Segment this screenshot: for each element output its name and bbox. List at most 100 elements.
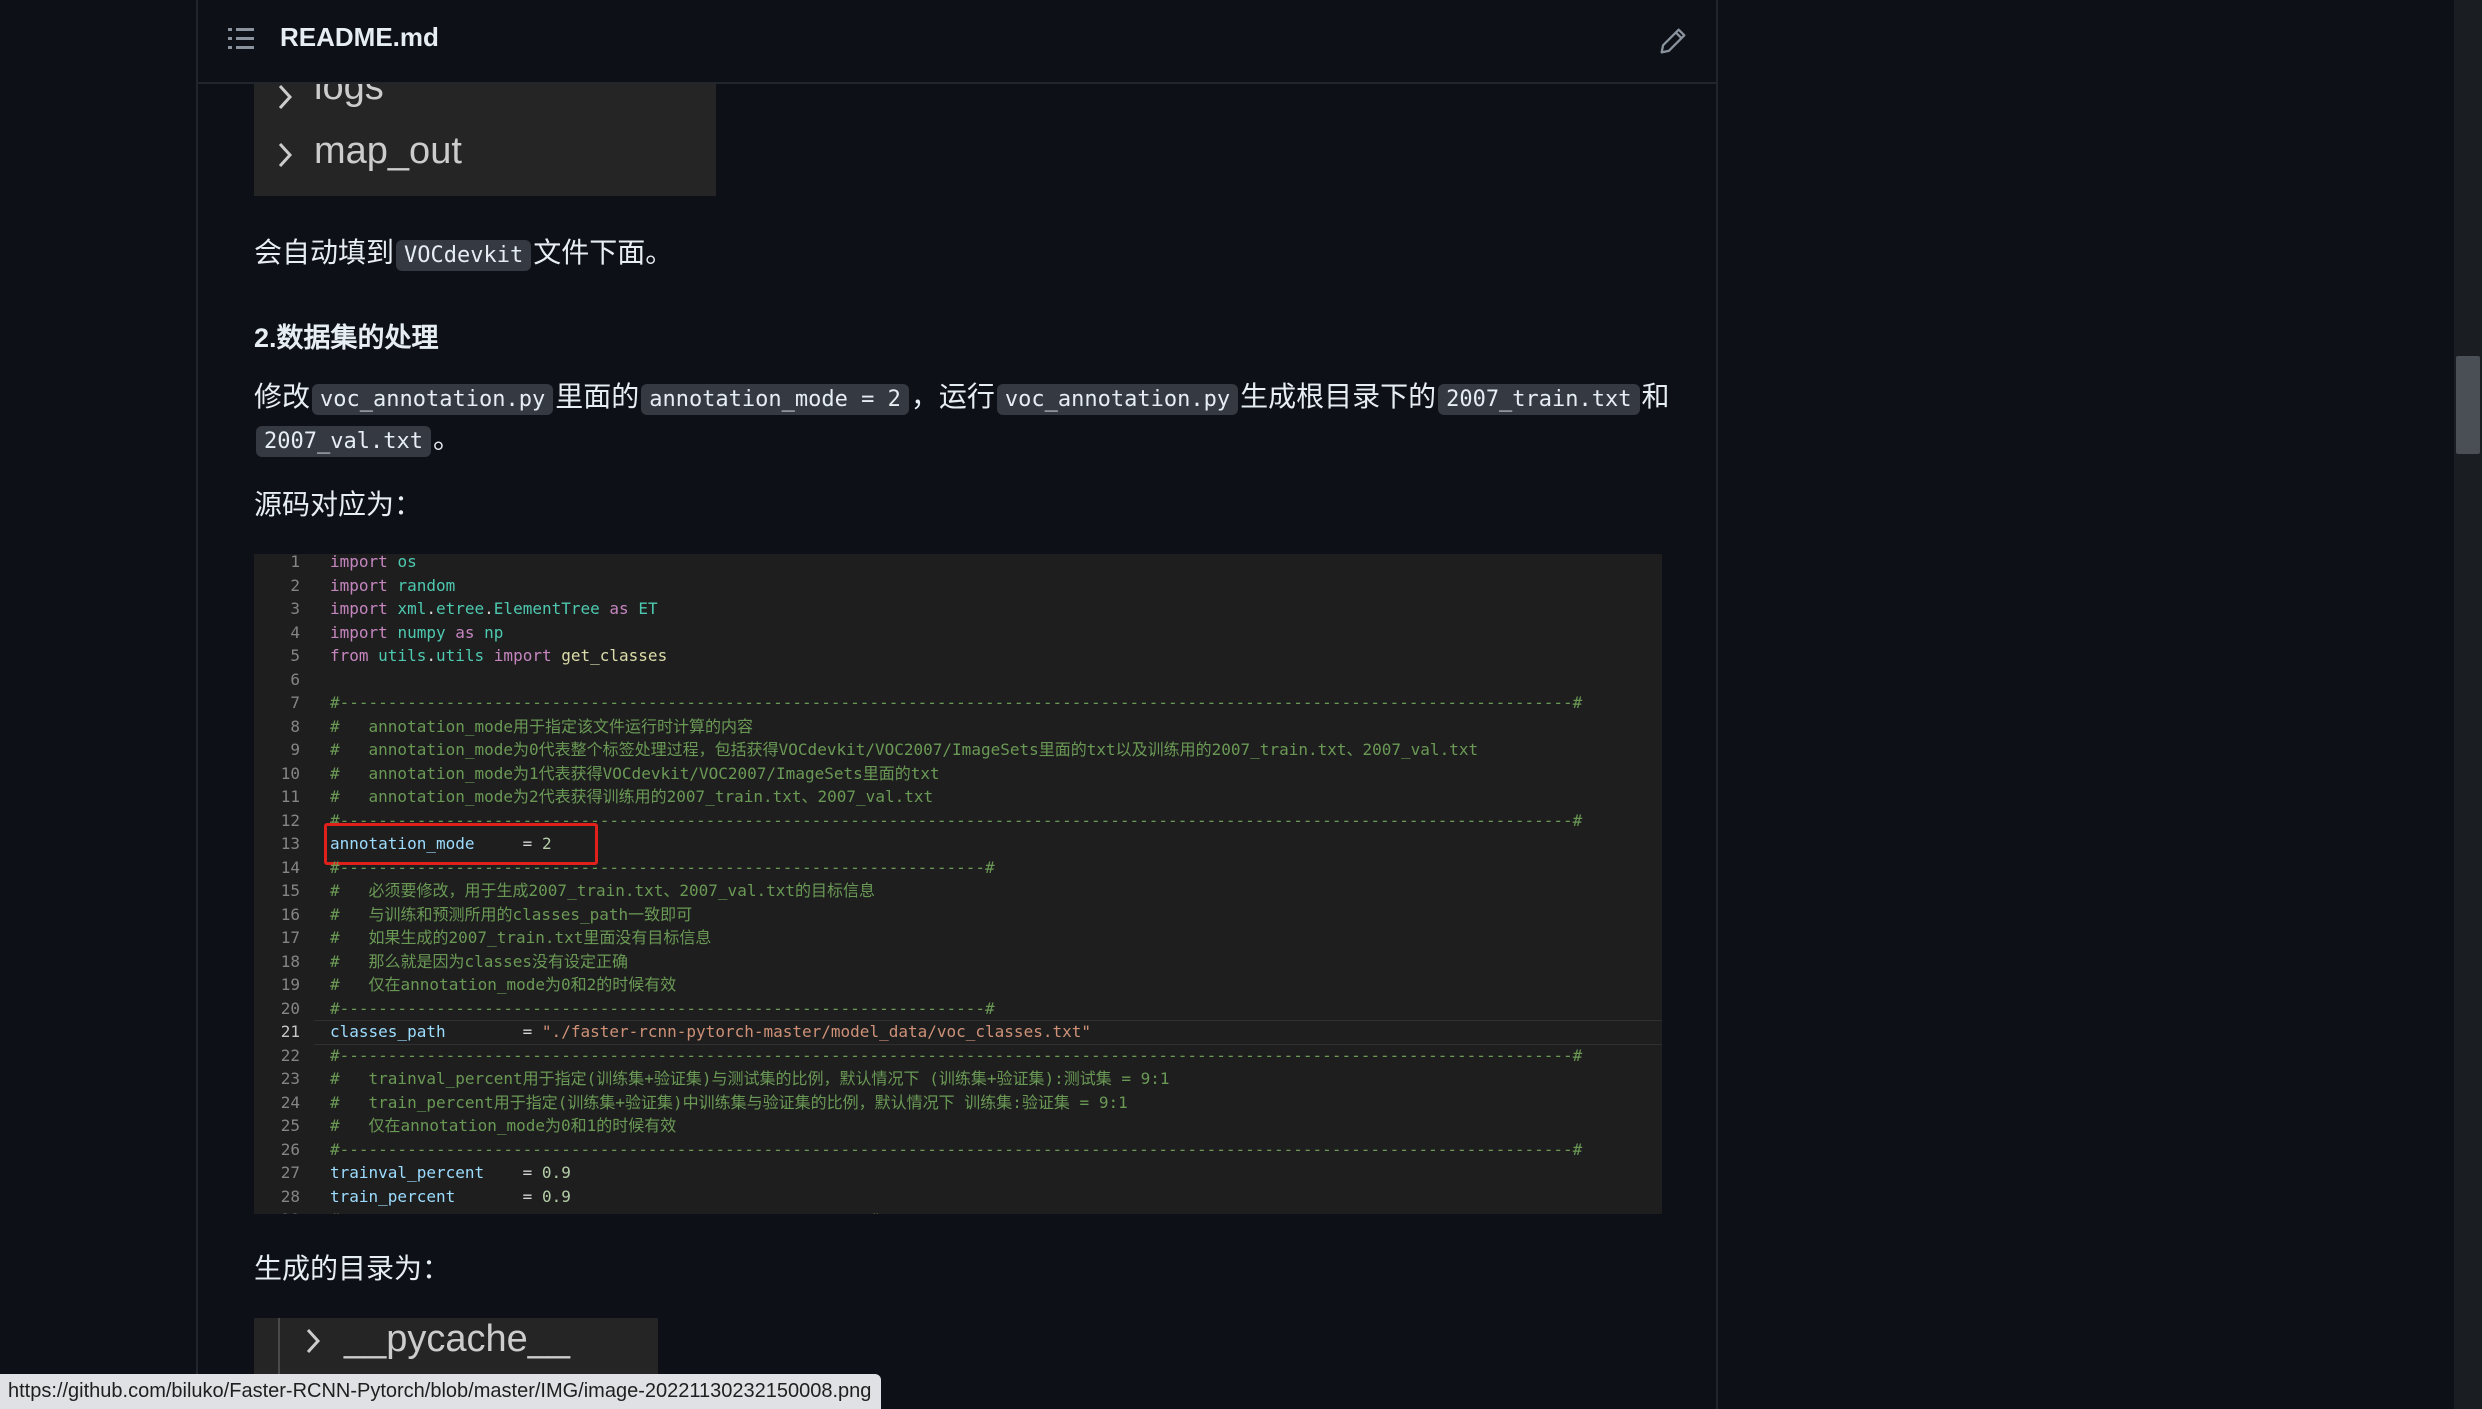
inline-code: voc_annotation.py	[996, 384, 1239, 415]
line-number: 19	[280, 975, 300, 994]
line-number: 6	[290, 669, 300, 689]
text: 文件下面。	[533, 237, 674, 268]
paragraph-1: 会自动填到 VOCdevkit 文件下面。	[254, 232, 673, 277]
text: 修改	[254, 381, 311, 412]
line-number: 13	[280, 834, 300, 853]
code-text: #---------------------------------------…	[330, 693, 1583, 712]
code-line: 24 # train_percent用于指定(训练集+验证集)中训练集与验证集的比…	[254, 1091, 1662, 1115]
code-text: #---------------------------------------…	[330, 1139, 1583, 1159]
line-number: 1	[290, 554, 300, 571]
code-line: 22 #-------------------------------------…	[254, 1044, 1662, 1068]
code-line: 8 # annotation_mode用于指定该文件运行时计算的内容	[254, 715, 1662, 739]
inline-code: 2007_val.txt	[256, 426, 431, 457]
inline-code: annotation_mode = 2	[641, 384, 909, 415]
code-line: 19 # 仅在annotation_mode为0和2的时候有效	[254, 973, 1662, 997]
code-text: #---------------------------------------…	[330, 998, 995, 1018]
line-number: 5	[290, 646, 300, 665]
line-number: 7	[290, 693, 300, 712]
code-line: 9 # annotation_mode为0代表整个标签处理过程，包括获得VOCde…	[254, 738, 1662, 762]
line-number: 25	[280, 1116, 300, 1135]
code-text: #---------------------------------------…	[330, 1045, 1583, 1065]
code-text: #---------------------------------------…	[330, 857, 995, 877]
code-text: #---------------------------------------…	[330, 1208, 879, 1214]
code-line: 26 #-------------------------------------…	[254, 1138, 1662, 1162]
code-line: 6	[254, 668, 1662, 692]
line-number: 15	[280, 881, 300, 900]
code-line: 7 #--------------------------------------…	[254, 691, 1662, 715]
section-heading: 2.数据集的处理	[254, 323, 439, 353]
text: 里面的	[555, 381, 640, 412]
text: 生成根目录下的	[1240, 381, 1437, 412]
chevron-right-icon	[306, 1328, 321, 1354]
code-line: 27 trainval_percent = 0.9	[254, 1161, 1662, 1185]
line-number: 11	[280, 787, 300, 806]
code-text: import os	[330, 554, 417, 571]
text: 会自动填到	[254, 237, 395, 268]
text: 。	[432, 423, 461, 454]
line-number: 17	[280, 928, 300, 947]
line-number: 26	[280, 1139, 300, 1159]
code-line: 17 # 如果生成的2007_train.txt里面没有目标信息	[254, 926, 1662, 950]
line-number: 9	[290, 740, 300, 759]
code-text: # annotation_mode为2代表获得训练用的2007_train.tx…	[330, 787, 934, 806]
code-line: 21 classes_path = "./faster-rcnn-pytorch-…	[254, 1020, 1662, 1044]
line-number: 12	[280, 810, 300, 830]
code-text: # annotation_mode用于指定该文件运行时计算的内容	[330, 716, 754, 736]
list-icon[interactable]	[228, 28, 254, 50]
code-text: # 仅在annotation_mode为0和1的时候有效	[330, 1116, 677, 1135]
code-line: 5 from utils.utils import get_classes	[254, 644, 1662, 668]
paragraph-2-cont: 2007_val.txt。	[254, 418, 461, 463]
code-line: 18 # 那么就是因为classes没有设定正确	[254, 950, 1662, 974]
code-line: 15 # 必须要修改，用于生成2007_train.txt、2007_val.tx…	[254, 879, 1662, 903]
code-line: 20 #-------------------------------------…	[254, 997, 1662, 1021]
code-line: 4 import numpy as np	[254, 621, 1662, 645]
code-text: # 那么就是因为classes没有设定正确	[330, 951, 628, 971]
code-text: import random	[330, 575, 456, 595]
inline-code: 2007_train.txt	[1438, 384, 1640, 415]
scrollbar-thumb[interactable]	[2456, 356, 2480, 454]
line-number: 22	[280, 1045, 300, 1065]
code-line: 10 # annotation_mode为1代表获得VOCdevkit/VOC20…	[254, 762, 1662, 786]
folder-screenshot-top: logs map_out	[254, 66, 716, 196]
code-text: trainval_percent = 0.9	[330, 1163, 571, 1182]
line-number: 20	[280, 998, 300, 1018]
line-number: 2	[290, 575, 300, 595]
text: 和	[1641, 381, 1670, 412]
left-gutter	[0, 0, 196, 1409]
code-line: 14 #-------------------------------------…	[254, 856, 1662, 880]
chevron-right-icon	[278, 142, 293, 168]
line-number: 16	[280, 904, 300, 924]
line-number: 4	[290, 622, 300, 642]
status-bar-url: https://github.com/biluko/Faster-RCNN-Py…	[0, 1374, 882, 1409]
line-number: 14	[280, 857, 300, 877]
paragraph-2: 修改 voc_annotation.py 里面的 annotation_mode = …	[254, 376, 1670, 421]
inline-code: VOCdevkit	[396, 240, 532, 271]
pencil-icon[interactable]	[1656, 24, 1690, 58]
line-number: 27	[280, 1163, 300, 1182]
line-number: 21	[280, 1022, 300, 1041]
line-number: 29	[254, 1208, 300, 1214]
readme-panel: README.md logs map_out 会自动填到 VOCdevkit 文件下…	[196, 0, 1718, 1409]
code-line: 29 #-------------------------------------…	[254, 1208, 1662, 1214]
code-text: # trainval_percent用于指定(训练集+验证集)与测试集的比例，默…	[330, 1069, 1170, 1088]
code-text: # 必须要修改，用于生成2007_train.txt、2007_val.txt的…	[330, 881, 875, 900]
code-line: 23 # trainval_percent用于指定(训练集+验证集)与测试集的比例…	[254, 1067, 1662, 1091]
inline-code: voc_annotation.py	[312, 384, 554, 415]
line-number: 28	[280, 1186, 300, 1206]
code-text: # 如果生成的2007_train.txt里面没有目标信息	[330, 928, 712, 947]
readme-title: README.md	[280, 22, 439, 52]
code-text: # annotation_mode为0代表整个标签处理过程，包括获得VOCdev…	[330, 740, 1479, 759]
code-text: classes_path = "./faster-rcnn-pytorch-ma…	[330, 1022, 1091, 1041]
readme-header: README.md	[198, 0, 1716, 84]
code-text: import numpy as np	[330, 622, 504, 642]
line-number: 8	[290, 716, 300, 736]
paragraph-3: 源码对应为：	[254, 489, 423, 520]
code-line: 16 # 与训练和预测所用的classes_path一致即可	[254, 903, 1662, 927]
code-screenshot: 1 import os 2 import random 3 import xml.etre…	[254, 554, 1662, 1214]
code-line: 11 # annotation_mode为2代表获得训练用的2007_train.…	[254, 785, 1662, 809]
code-line: 28 train_percent = 0.9	[254, 1185, 1662, 1209]
page-scrollbar[interactable]	[2454, 0, 2482, 1409]
text: ，运行	[910, 381, 995, 412]
line-number: 10	[280, 763, 300, 783]
line-number: 18	[280, 951, 300, 971]
